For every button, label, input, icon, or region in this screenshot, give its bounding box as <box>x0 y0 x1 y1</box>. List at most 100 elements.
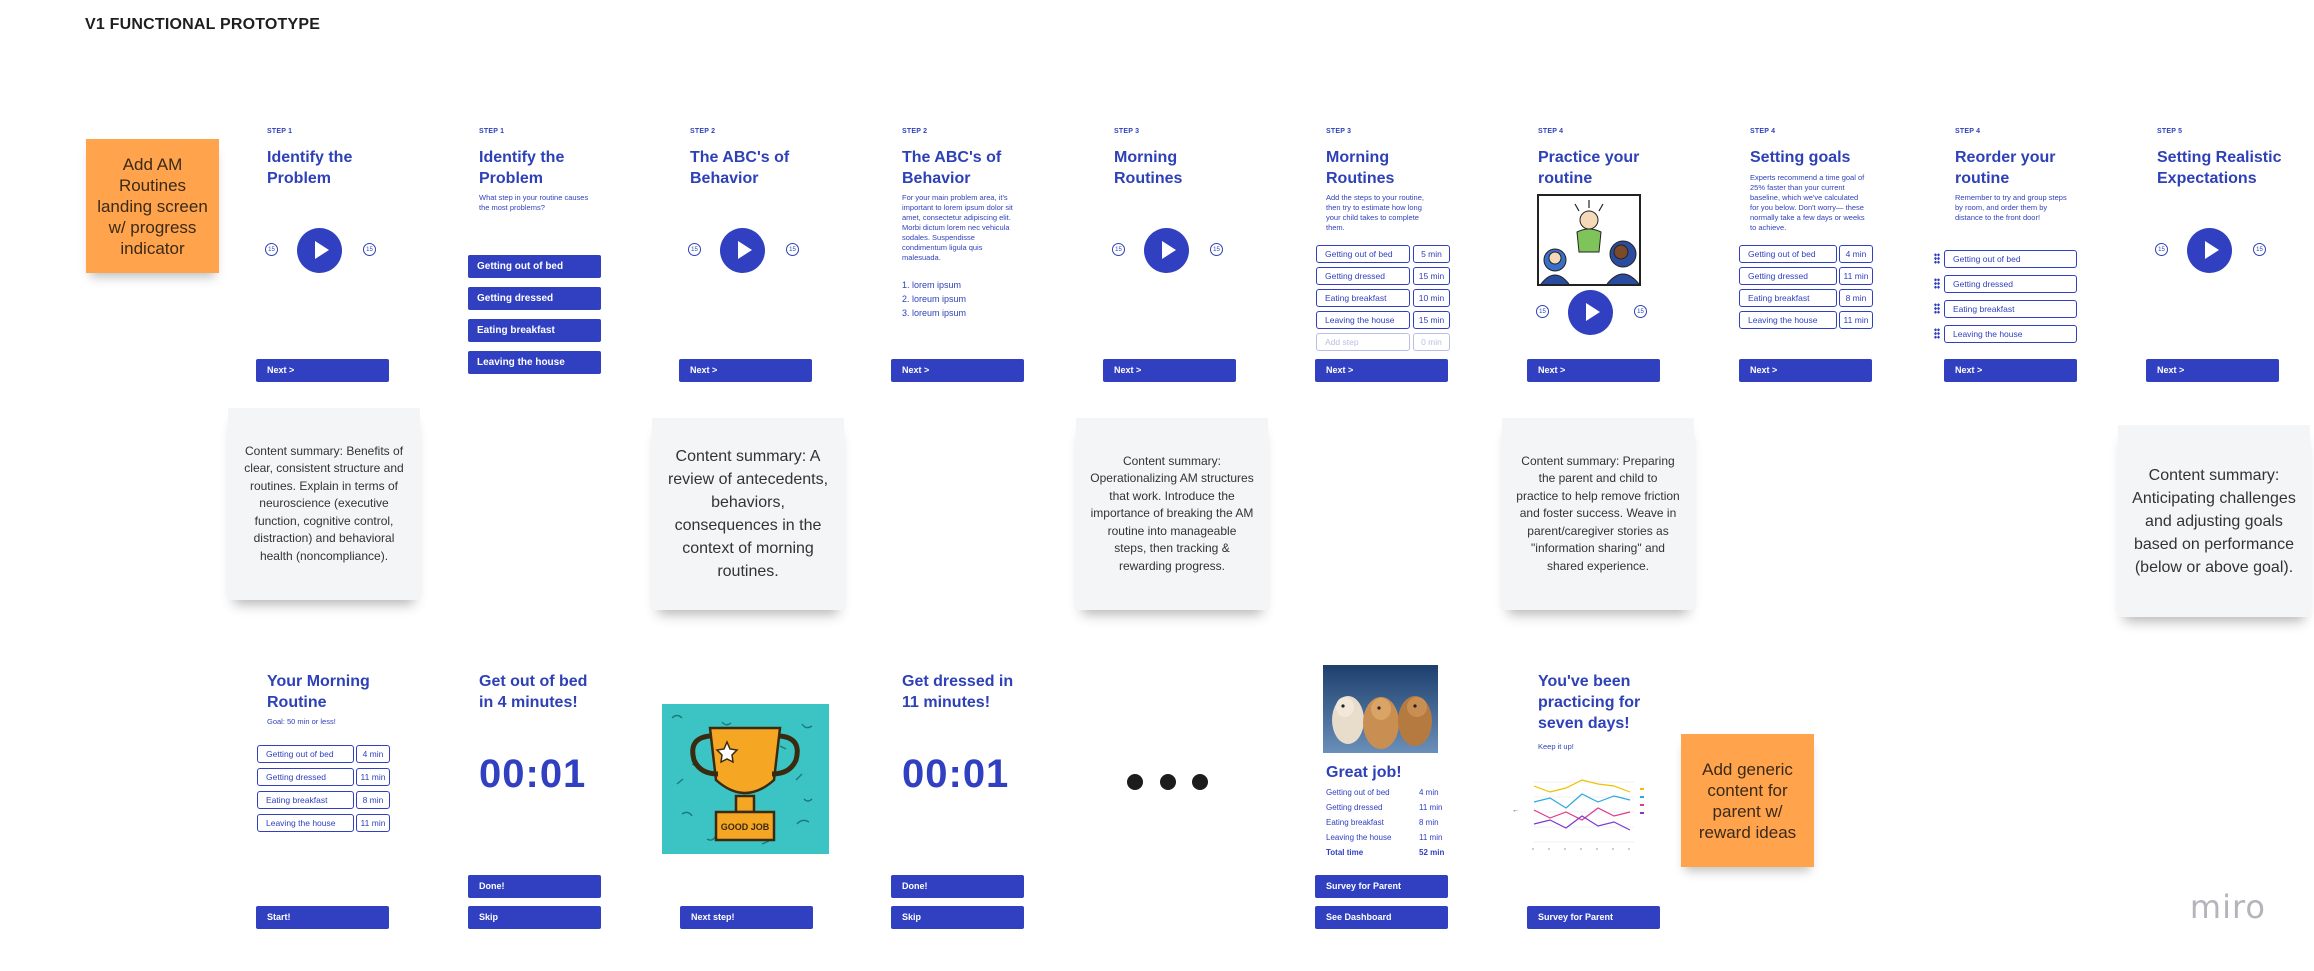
see-dashboard-button[interactable]: See Dashboard <box>1315 906 1448 929</box>
drag-handle-icon[interactable] <box>1934 328 1940 339</box>
svg-text:x: x <box>1580 846 1582 851</box>
rewind-icon[interactable]: 15 <box>1112 243 1125 256</box>
sticky-note-landing[interactable]: Add AM Routines landing screen w/ progre… <box>86 139 219 273</box>
skip-button[interactable]: Skip <box>891 906 1024 929</box>
play-icon[interactable] <box>1568 290 1613 335</box>
survey-button[interactable]: Survey for Parent <box>1315 875 1448 898</box>
step-label: STEP 4 <box>1955 128 1981 135</box>
list-item: 2. loreum ipsum <box>902 294 967 304</box>
encouragement-text: Keep it up! <box>1538 742 1574 751</box>
step-label: STEP 1 <box>479 128 505 135</box>
forward-icon[interactable]: 15 <box>363 243 376 256</box>
minutes-input[interactable]: 0 min <box>1413 333 1450 351</box>
screen-title: The ABC's of Behavior <box>902 149 1002 187</box>
next-button[interactable]: Next > <box>1944 359 2077 382</box>
timer-display: 00:01 <box>902 752 1010 796</box>
sticky-note-summary[interactable]: Content summary: A review of antecedents… <box>652 418 844 610</box>
option-button[interactable]: Getting out of bed <box>468 255 601 278</box>
play-icon[interactable] <box>297 228 342 273</box>
summary-minutes: 11 min <box>1419 803 1443 812</box>
next-button[interactable]: Next > <box>891 359 1024 382</box>
option-button[interactable]: Leaving the house <box>468 351 601 374</box>
svg-text:x: x <box>1564 846 1566 851</box>
goal-minutes: 11 min <box>1839 267 1873 285</box>
ellipsis-dot <box>1192 774 1208 790</box>
done-button[interactable]: Done! <box>891 875 1024 898</box>
summary-step: Getting dressed <box>1326 803 1383 812</box>
step-label: STEP 4 <box>1750 128 1776 135</box>
screen-description: What step in your routine causes the mos… <box>479 193 589 212</box>
screen-title: Identify the Problem <box>267 149 353 187</box>
skip-button[interactable]: Skip <box>468 906 601 929</box>
minutes-input[interactable]: 10 min <box>1413 289 1450 307</box>
start-button[interactable]: Start! <box>256 906 389 929</box>
next-button[interactable]: Next > <box>1527 359 1660 382</box>
screen-description: For your main problem area, it's importa… <box>902 193 1013 262</box>
trophy-label: GOOD JOB <box>721 822 770 832</box>
video-player: 15 15 <box>2155 228 2266 274</box>
option-button[interactable]: Eating breakfast <box>468 319 601 342</box>
minutes-input[interactable]: 5 min <box>1413 245 1450 263</box>
step-label: Getting out of bed <box>1944 250 2077 268</box>
rewind-icon[interactable]: 15 <box>1536 305 1549 318</box>
step-input[interactable]: Getting dressed <box>1316 267 1410 285</box>
sticky-note-summary[interactable]: Content summary: Anticipating challenges… <box>2118 425 2310 617</box>
rewind-icon[interactable]: 15 <box>688 243 701 256</box>
step-input[interactable]: Eating breakfast <box>1316 289 1410 307</box>
forward-icon[interactable]: 15 <box>1634 305 1647 318</box>
add-step-input[interactable]: Add step <box>1316 333 1410 351</box>
sticky-note-summary[interactable]: Content summary: Benefits of clear, cons… <box>228 408 420 600</box>
screen-title: Practice your routine <box>1538 149 1640 187</box>
sticky-note-summary[interactable]: Content summary: Preparing the parent an… <box>1502 418 1694 610</box>
step-label: STEP 2 <box>690 128 716 135</box>
screen-title: Setting Realistic Expectations <box>2157 149 2282 187</box>
play-icon[interactable] <box>720 228 765 273</box>
play-icon[interactable] <box>2187 228 2232 273</box>
minutes-input[interactable]: 15 min <box>1413 267 1450 285</box>
goal-minutes: 8 min <box>356 791 390 809</box>
forward-icon[interactable]: 15 <box>2253 243 2266 256</box>
step-input[interactable]: Leaving the house <box>1316 311 1410 329</box>
done-button[interactable]: Done! <box>468 875 601 898</box>
screen-title: Get dressed in 11 minutes! <box>902 673 1014 711</box>
step-label: Getting dressed <box>257 768 354 786</box>
next-button[interactable]: Next > <box>256 359 389 382</box>
summary-minutes: 8 min <box>1419 818 1439 827</box>
play-icon[interactable] <box>1144 228 1189 273</box>
sticky-note-reward[interactable]: Add generic content for parent w/ reward… <box>1681 734 1814 867</box>
drag-handle-icon[interactable] <box>1934 253 1940 264</box>
drag-handle-icon[interactable] <box>1934 278 1940 289</box>
option-button[interactable]: Getting dressed <box>468 287 601 310</box>
step-label: STEP 4 <box>1538 128 1564 135</box>
step-label: Getting out of bed <box>1739 245 1837 263</box>
next-step-button[interactable]: Next step! <box>680 906 813 929</box>
screen-description: Add the steps to your routine, then try … <box>1326 193 1424 232</box>
screen-title: Get out of bed in 4 minutes! <box>479 673 588 711</box>
next-button[interactable]: Next > <box>2146 359 2279 382</box>
screen-description: Experts recommend a time goal of 25% fas… <box>1750 173 1865 232</box>
step-label: Leaving the house <box>257 814 354 832</box>
forward-icon[interactable]: 15 <box>1210 243 1223 256</box>
next-button[interactable]: Next > <box>1315 359 1448 382</box>
screen-description: Remember to try and group steps by room,… <box>1955 193 2067 222</box>
summary-minutes: 4 min <box>1419 788 1439 797</box>
rewind-icon[interactable]: 15 <box>2155 243 2168 256</box>
minutes-input[interactable]: 15 min <box>1413 311 1450 329</box>
survey-button[interactable]: Survey for Parent <box>1527 906 1660 929</box>
next-button[interactable]: Next > <box>1103 359 1236 382</box>
sticky-note-summary[interactable]: Content summary: Operationalizing AM str… <box>1076 418 1268 610</box>
rewind-icon[interactable]: 15 <box>265 243 278 256</box>
svg-text:x: x <box>1628 846 1630 851</box>
screen-title: Reorder your routine <box>1955 149 2056 187</box>
goal-minutes: 4 min <box>356 745 390 763</box>
step-label: Leaving the house <box>1739 311 1837 329</box>
forward-icon[interactable]: 15 <box>786 243 799 256</box>
drag-handle-icon[interactable] <box>1934 303 1940 314</box>
step-input[interactable]: Getting out of bed <box>1316 245 1410 263</box>
video-player: 15 15 <box>1536 290 1647 336</box>
goal-minutes: 8 min <box>1839 289 1873 307</box>
next-button[interactable]: Next > <box>1739 359 1872 382</box>
list-item: 1. lorem ipsum <box>902 280 962 290</box>
next-button[interactable]: Next > <box>679 359 812 382</box>
step-label: STEP 3 <box>1114 128 1140 135</box>
